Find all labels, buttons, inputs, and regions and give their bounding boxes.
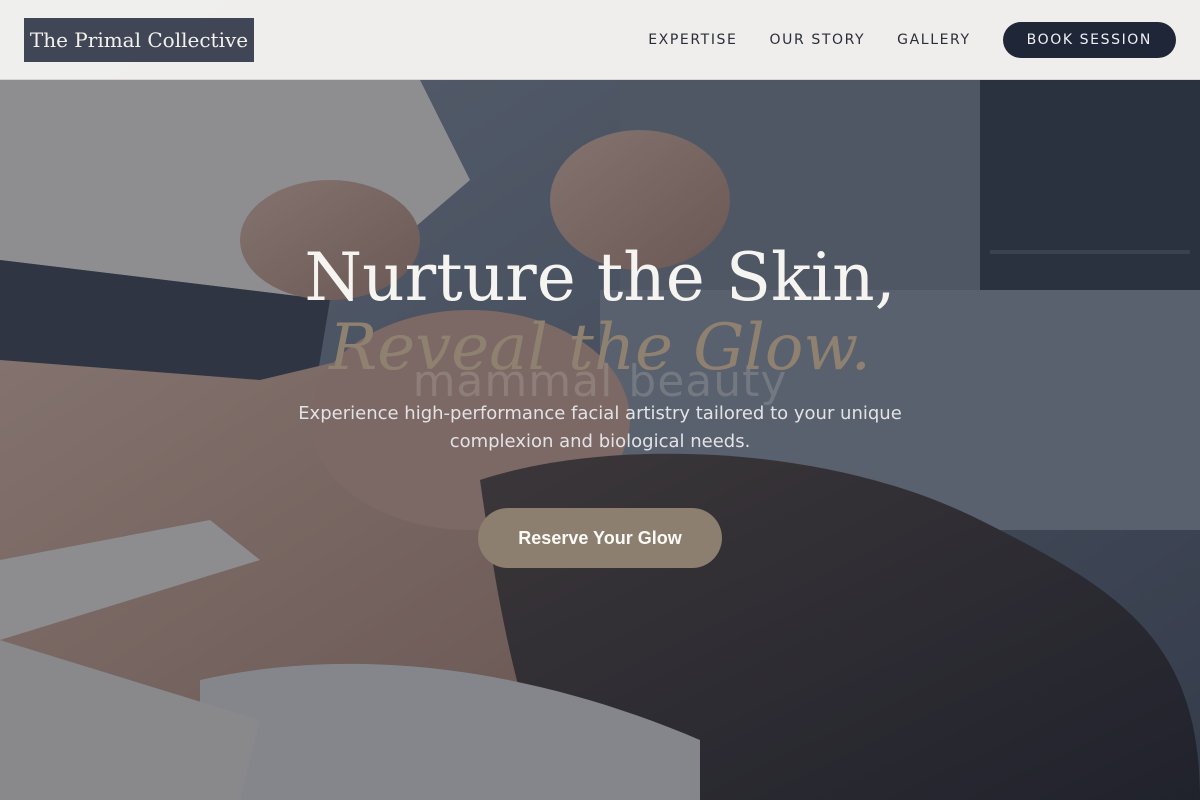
nav-our-story[interactable]: OUR STORY (769, 32, 865, 48)
nav-expertise[interactable]: EXPERTISE (648, 32, 737, 48)
brand-logo[interactable]: The Primal Collective (24, 18, 254, 62)
main-nav: EXPERTISE OUR STORY GALLERY BOOK SESSION (648, 22, 1176, 58)
hero-content: Nurture the Skin, Reveal the Glow. Exper… (0, 236, 1200, 568)
book-session-button[interactable]: BOOK SESSION (1002, 22, 1176, 58)
nav-gallery[interactable]: GALLERY (897, 32, 970, 48)
reserve-glow-button[interactable]: Reserve Your Glow (478, 508, 722, 568)
hero-headline-primary: Nurture the Skin, (304, 239, 896, 316)
landing-page: The Primal Collective EXPERTISE OUR STOR… (0, 0, 1200, 800)
hero-subtext: Experience high-performance facial artis… (298, 403, 902, 452)
hero-headline-secondary: Reveal the Glow. (329, 311, 871, 385)
site-header: The Primal Collective EXPERTISE OUR STOR… (0, 0, 1200, 80)
